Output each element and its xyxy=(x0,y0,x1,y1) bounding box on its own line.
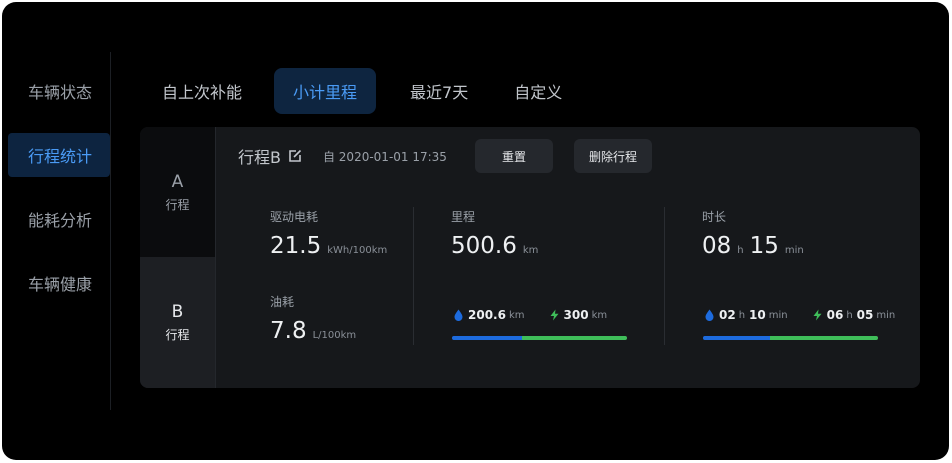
duration-metric: 时长 08 h 15 min xyxy=(702,208,810,259)
metric-unit: L/100km xyxy=(312,330,357,341)
sidebar-item-vehicle-health[interactable]: 车辆健康 xyxy=(8,261,110,305)
fuel-share-bar xyxy=(703,336,770,340)
lightning-bolt-icon xyxy=(549,309,560,321)
trip-header: 行程B 自 2020-01-01 17:35 xyxy=(238,139,447,173)
electric-share-bar xyxy=(522,336,627,340)
electric-share-bar xyxy=(769,336,878,340)
duration-split: 02 h 10 min 06 h 05 min xyxy=(704,308,899,322)
reset-button[interactable]: 重置 xyxy=(475,139,553,173)
lightning-bolt-icon xyxy=(812,309,823,321)
metric-value: 500.6 xyxy=(451,233,517,259)
electric-duration-minutes: 05 xyxy=(856,308,874,322)
trip-letter: B xyxy=(171,302,184,322)
trip-panel: A 行程 B 行程 行程B 自 2020-01-01 17:35 重置 删除行程 xyxy=(140,127,920,388)
trip-letter: A xyxy=(171,171,184,192)
trip-sub-label: 行程 xyxy=(165,197,190,212)
tab-trip-subtotal[interactable]: 小计里程 xyxy=(274,68,377,114)
sidebar-item-label: 能耗分析 xyxy=(28,211,93,230)
energy-consumption-metric: 驱动电耗 21.5 kWh/100km xyxy=(270,208,393,259)
sidebar-item-trip-stats[interactable]: 行程统计 xyxy=(8,133,110,177)
trip-b-button[interactable]: B 行程 xyxy=(140,257,215,388)
water-drop-icon xyxy=(704,309,715,321)
electric-duration-hours: 06 xyxy=(826,308,844,322)
sidebar: 车辆状态 行程统计 能耗分析 车辆健康 xyxy=(2,2,112,460)
duration-hours: 08 xyxy=(702,233,732,259)
metric-label: 油耗 xyxy=(270,295,295,309)
electric-mileage-value: 300 xyxy=(563,308,589,322)
metric-value: 21.5 xyxy=(270,233,322,259)
tab-custom[interactable]: 自定义 xyxy=(502,68,574,114)
metric-value: 7.8 xyxy=(270,318,307,344)
fuel-duration-hours: 02 xyxy=(719,308,736,322)
tab-bar: 自上次补能 小计里程 最近7天 自定义 xyxy=(150,68,596,114)
edit-icon[interactable] xyxy=(287,148,303,164)
sidebar-item-energy-analysis[interactable]: 能耗分析 xyxy=(8,197,110,241)
electric-duration-minutes-unit: min xyxy=(876,309,896,321)
sidebar-item-label: 车辆健康 xyxy=(28,275,93,294)
sidebar-item-label: 行程统计 xyxy=(28,147,93,166)
fuel-mileage-value: 200.6 xyxy=(468,308,506,322)
duration-minutes-unit: min xyxy=(784,245,804,256)
water-drop-icon xyxy=(453,309,464,321)
trip-name: 行程B xyxy=(238,148,281,167)
fuel-consumption-metric: 油耗 7.8 L/100km xyxy=(270,293,362,344)
sidebar-item-vehicle-status[interactable]: 车辆状态 xyxy=(8,69,110,113)
mileage-split: 200.6 km 300 km xyxy=(453,308,611,322)
electric-duration-hours-unit: h xyxy=(846,309,853,321)
fuel-share-bar xyxy=(452,336,522,340)
duration-hours-unit: h xyxy=(737,245,744,256)
mileage-split-bar xyxy=(452,336,627,340)
tab-since-last-charge[interactable]: 自上次补能 xyxy=(150,68,254,114)
electric-mileage-unit: km xyxy=(591,309,608,321)
delete-trip-button[interactable]: 删除行程 xyxy=(574,139,652,173)
duration-split-bar xyxy=(703,336,878,340)
screen: 车辆状态 行程统计 能耗分析 车辆健康 自上次补能 小计里程 最近7天 自定义 … xyxy=(2,2,949,460)
trip-a-button[interactable]: A 行程 xyxy=(140,127,215,257)
metric-unit: kWh/100km xyxy=(327,245,388,256)
trip-start-time: 自 2020-01-01 17:35 xyxy=(322,149,447,164)
metric-unit: km xyxy=(522,245,539,256)
trip-sub-label: 行程 xyxy=(165,328,190,342)
mileage-metric: 里程 500.6 km xyxy=(451,208,544,259)
fuel-duration-minutes: 10 xyxy=(749,308,766,322)
fuel-mileage-unit: km xyxy=(508,309,525,321)
column-divider xyxy=(664,207,665,345)
duration-minutes: 15 xyxy=(749,233,779,259)
trip-selector: A 行程 B 行程 xyxy=(140,127,216,388)
metric-label: 时长 xyxy=(702,210,727,224)
sidebar-item-label: 车辆状态 xyxy=(28,83,93,102)
tab-last-7-days[interactable]: 最近7天 xyxy=(398,68,480,114)
metric-label: 里程 xyxy=(451,210,476,224)
metric-label: 驱动电耗 xyxy=(270,210,319,224)
fuel-duration-minutes-unit: min xyxy=(768,309,788,321)
column-divider xyxy=(413,207,414,345)
sidebar-divider xyxy=(110,52,111,410)
fuel-duration-hours-unit: h xyxy=(738,309,746,321)
